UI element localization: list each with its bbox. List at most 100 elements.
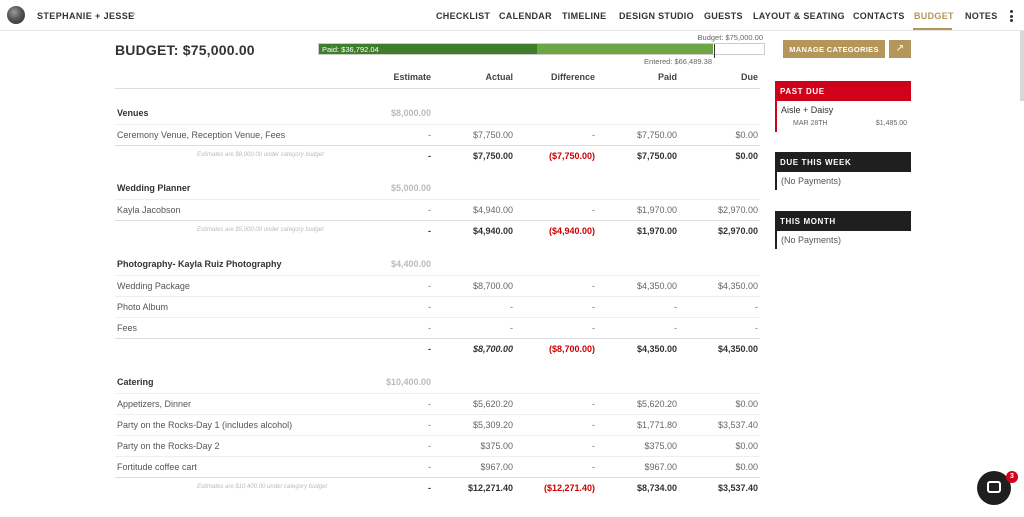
- column-header-paid[interactable]: Paid: [658, 72, 677, 82]
- cell-actual: -: [510, 302, 513, 312]
- cell-estimate: -: [428, 130, 431, 140]
- table-row[interactable]: Fees - - - - -: [115, 317, 760, 337]
- column-header-estimate[interactable]: Estimate: [393, 72, 431, 82]
- estimate-note: Estimates are $5,000.00 under category b…: [197, 227, 324, 233]
- cell-estimate: -: [428, 462, 431, 472]
- cell-due: $0.00: [735, 130, 758, 140]
- cell-difference: ($7,750.00): [548, 151, 595, 161]
- column-header-actual[interactable]: Actual: [485, 72, 513, 82]
- divider: [115, 88, 760, 89]
- category-row[interactable]: Wedding Planner $5,000.00: [115, 178, 760, 198]
- table-row[interactable]: Wedding Package - $8,700.00 - $4,350.00 $4,35…: [115, 275, 760, 295]
- nav-layout-seating[interactable]: LAYOUT & SEATING: [753, 11, 845, 21]
- cell-difference: -: [592, 205, 595, 215]
- cell-paid: $1,771.80: [636, 420, 677, 430]
- cell-paid: $4,350.00: [636, 344, 677, 354]
- nav-notes[interactable]: NOTES: [965, 11, 998, 21]
- table-row[interactable]: Appetizers, Dinner - $5,620.20 - $5,620.20 $0…: [115, 393, 760, 413]
- chevron-down-icon[interactable]: ⌵: [128, 9, 136, 20]
- category-estimate[interactable]: $5,000.00: [391, 183, 431, 193]
- category-row[interactable]: Catering $10,400.00: [115, 372, 760, 392]
- table-header: Estimate Actual Difference Paid Due: [115, 72, 760, 88]
- cell-estimate: -: [428, 226, 431, 236]
- table-row[interactable]: Party on the Rocks-Day 2 - $375.00 - $375.00…: [115, 435, 760, 455]
- column-header-difference[interactable]: Difference: [551, 72, 595, 82]
- avatar[interactable]: [7, 6, 25, 24]
- couple-name[interactable]: STEPHANIE + JESSE: [37, 11, 135, 21]
- nav-timeline[interactable]: TIMELINE: [562, 11, 606, 21]
- column-header-due[interactable]: Due: [741, 72, 758, 82]
- item-name[interactable]: Ceremony Venue, Reception Venue, Fees: [117, 130, 285, 140]
- cell-difference: -: [592, 420, 595, 430]
- category-total-row: Estimates are $8,000.00 under category b…: [115, 145, 760, 165]
- table-row[interactable]: Kayla Jacobson - $4,940.00 - $1,970.00 $2,970…: [115, 199, 760, 219]
- scrollbar[interactable]: [1020, 31, 1024, 101]
- nav-contacts[interactable]: CONTACTS: [853, 11, 905, 21]
- cell-estimate: -: [428, 441, 431, 451]
- manage-categories-button[interactable]: MANAGE CATEGORIES: [783, 40, 885, 58]
- item-name[interactable]: Party on the Rocks-Day 1 (includes alcoh…: [117, 420, 292, 430]
- table-row[interactable]: Photo Album - - - - -: [115, 296, 760, 316]
- nav-calendar[interactable]: CALENDAR: [499, 11, 552, 21]
- this-month-panel: THIS MONTH (No Payments): [775, 211, 911, 249]
- cell-actual: $8,700.00: [472, 344, 513, 354]
- active-nav-underline: [913, 28, 952, 30]
- item-name[interactable]: Kayla Jacobson: [117, 205, 181, 215]
- cell-paid: $7,750.00: [636, 130, 677, 140]
- nav-budget[interactable]: BUDGET: [914, 11, 954, 21]
- export-icon[interactable]: ↗: [889, 40, 911, 58]
- cell-difference: ($8,700.00): [548, 344, 595, 354]
- cell-paid: -: [674, 302, 677, 312]
- cell-estimate: -: [428, 323, 431, 333]
- cell-paid: $8,734.00: [636, 483, 677, 493]
- estimate-note: Estimates are $8,000.00 under category b…: [197, 152, 324, 158]
- category-estimate[interactable]: $4,400.00: [391, 259, 431, 269]
- cell-due: $2,970.00: [717, 226, 758, 236]
- nav-checklist[interactable]: CHECKLIST: [436, 11, 490, 21]
- estimate-note: Estimates are $10,400.00 under category …: [197, 484, 328, 490]
- table-row[interactable]: Fortitude coffee cart - $967.00 - $967.00 $0.…: [115, 456, 760, 476]
- cell-due: $3,537.40: [717, 483, 758, 493]
- cell-difference: -: [592, 399, 595, 409]
- category-name[interactable]: Wedding Planner: [117, 183, 190, 193]
- cell-due: -: [755, 302, 758, 312]
- cell-due: $4,350.00: [717, 281, 758, 291]
- cell-difference: -: [592, 441, 595, 451]
- item-name[interactable]: Party on the Rocks-Day 2: [117, 441, 220, 451]
- nav-design-studio[interactable]: DESIGN STUDIO: [619, 11, 694, 21]
- cell-estimate: -: [428, 205, 431, 215]
- category-name[interactable]: Photography- Kayla Ruiz Photography: [117, 259, 282, 269]
- category-row[interactable]: Photography- Kayla Ruiz Photography $4,40…: [115, 254, 760, 274]
- category-estimate[interactable]: $10,400.00: [386, 377, 431, 387]
- page-title: BUDGET: $75,000.00: [115, 42, 255, 58]
- category-name[interactable]: Catering: [117, 377, 154, 387]
- category-row[interactable]: Venues $8,000.00: [115, 103, 760, 123]
- more-options-icon[interactable]: [1010, 10, 1014, 24]
- cell-difference: -: [592, 302, 595, 312]
- cell-paid: $5,620.20: [636, 399, 677, 409]
- past-due-item[interactable]: Aisle + Daisy: [775, 101, 911, 132]
- item-name[interactable]: Wedding Package: [117, 281, 190, 291]
- cell-estimate: -: [428, 151, 431, 161]
- past-due-amount: $1,485.00: [875, 120, 907, 127]
- table-row[interactable]: Party on the Rocks-Day 1 (includes alcoh…: [115, 414, 760, 434]
- item-name[interactable]: Fortitude coffee cart: [117, 462, 197, 472]
- cell-actual: $4,940.00: [472, 226, 513, 236]
- cell-estimate: -: [428, 281, 431, 291]
- item-name[interactable]: Appetizers, Dinner: [117, 399, 191, 409]
- item-name[interactable]: Fees: [117, 323, 137, 333]
- cell-paid: -: [674, 323, 677, 333]
- past-due-vendor[interactable]: Aisle + Daisy: [781, 105, 911, 115]
- cell-due: $3,537.40: [717, 420, 758, 430]
- due-this-week-title: DUE THIS WEEK: [775, 152, 911, 172]
- item-name[interactable]: Photo Album: [117, 302, 168, 312]
- cell-due: $2,970.00: [717, 205, 758, 215]
- nav-guests[interactable]: GUESTS: [704, 11, 743, 21]
- cell-actual: $7,750.00: [472, 130, 513, 140]
- past-due-panel: PAST DUE Aisle + Daisy MAR 28TH $1,485.0…: [775, 81, 911, 132]
- category-estimate[interactable]: $8,000.00: [391, 108, 431, 118]
- cell-difference: -: [592, 462, 595, 472]
- category-name[interactable]: Venues: [117, 108, 149, 118]
- table-row[interactable]: Ceremony Venue, Reception Venue, Fees - $7…: [115, 124, 760, 144]
- past-due-title: PAST DUE: [775, 81, 911, 101]
